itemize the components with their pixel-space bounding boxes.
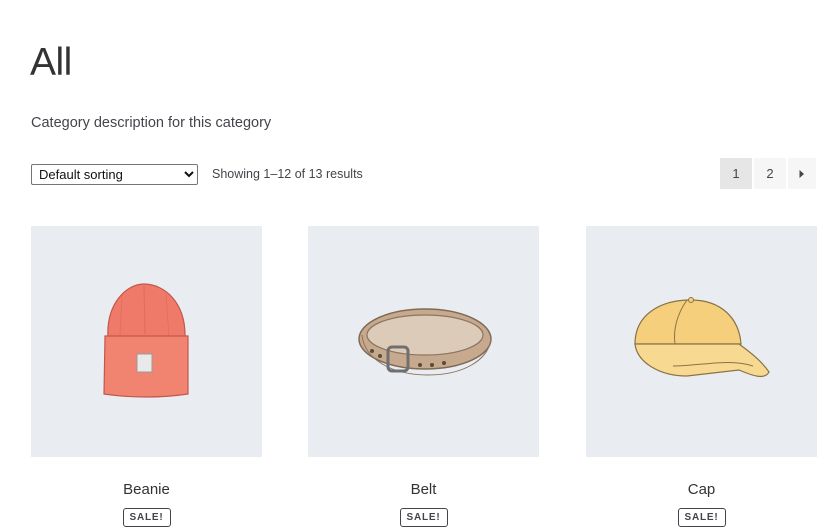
product-title-beanie[interactable]: Beanie [31,480,262,499]
product-card-belt[interactable]: Belt SALE! [308,226,539,527]
product-title-cap[interactable]: Cap [586,480,817,499]
product-image-beanie[interactable] [31,226,262,457]
result-count: Showing 1–12 of 13 results [212,167,363,181]
belt-icon [357,307,492,376]
pagination: 1 2 [720,158,816,189]
product-title-belt[interactable]: Belt [308,480,539,499]
sale-badge: SALE! [122,508,171,527]
category-description: Category description for this category [31,115,272,131]
beanie-icon [102,282,189,398]
sale-badge: SALE! [677,508,726,527]
page-1-link[interactable]: 1 [720,158,752,189]
page-2-link[interactable]: 2 [754,158,786,189]
cap-icon [633,296,770,377]
product-image-belt[interactable] [308,226,539,457]
product-image-cap[interactable] [586,226,817,457]
sort-select[interactable]: Default sorting [31,164,198,185]
product-card-beanie[interactable]: Beanie SALE! [31,226,262,527]
product-card-cap[interactable]: Cap SALE! [586,226,817,527]
next-page-button[interactable] [788,158,816,189]
caret-right-icon [799,169,804,178]
page-title: All [30,41,72,84]
sale-badge: SALE! [399,508,448,527]
